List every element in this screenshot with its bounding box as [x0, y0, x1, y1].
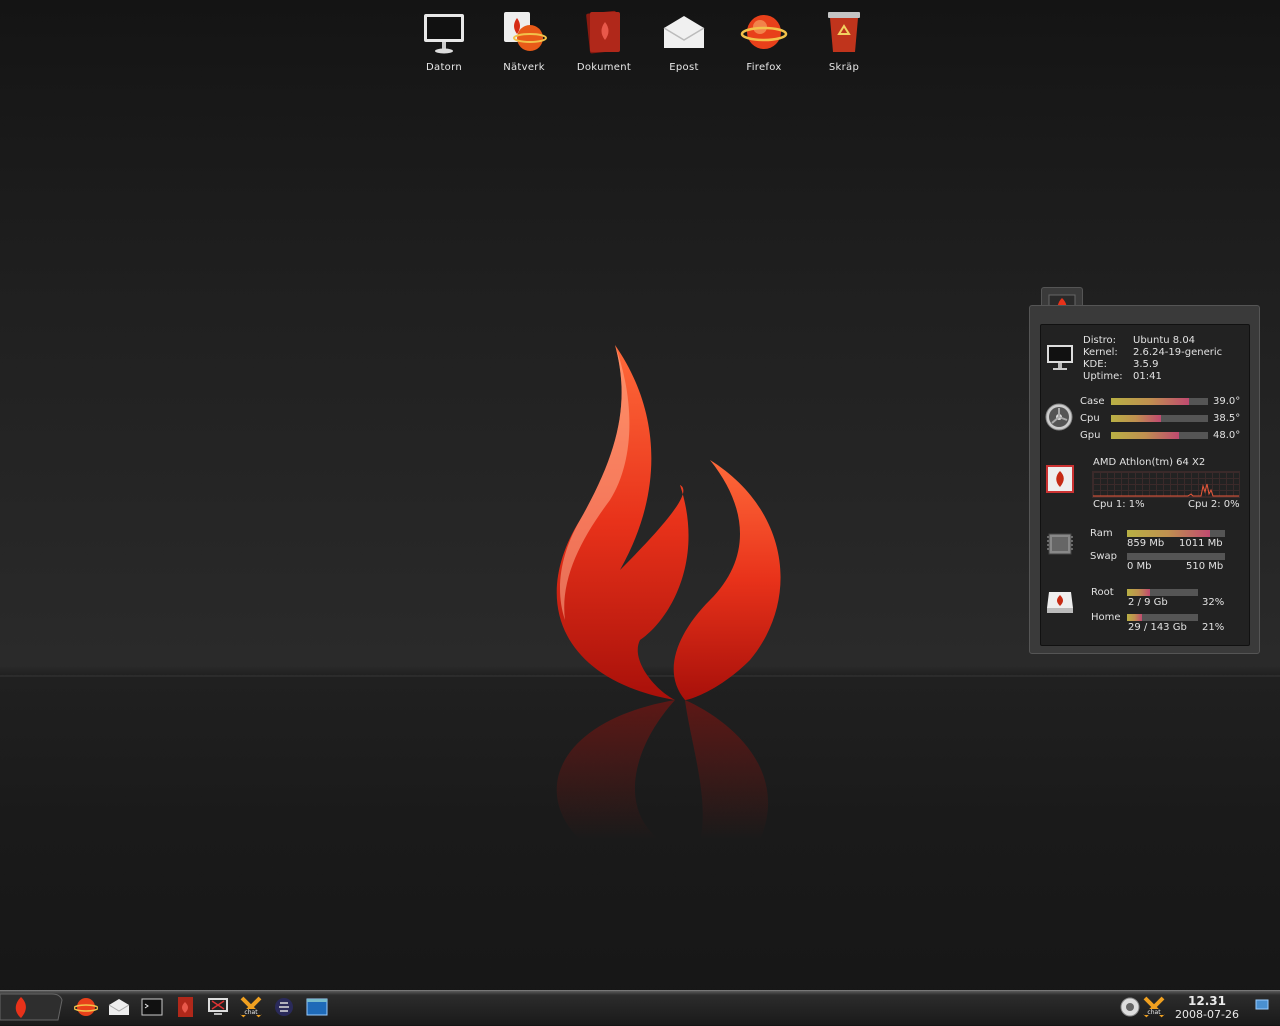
temp-value-gpu: 48.0°	[1213, 430, 1241, 441]
home-percent: 21%	[1202, 622, 1225, 633]
distro-label: Distro:	[1083, 335, 1116, 346]
cpu1-usage: Cpu 1: 1%	[1093, 499, 1145, 510]
root-bar	[1127, 589, 1198, 596]
desktop-icon-label: Dokument	[576, 62, 632, 73]
root-usage: 2 / 9 Gb	[1128, 597, 1168, 608]
firefox-icon	[74, 998, 98, 1016]
chat-icon: chat	[240, 996, 262, 1018]
desktop-icon-dokument[interactable]: Dokument	[564, 8, 644, 78]
taskbar-mail[interactable]	[107, 995, 131, 1019]
temp-value-cpu: 38.5°	[1213, 413, 1241, 424]
documents-icon	[178, 997, 193, 1017]
trash-icon	[828, 12, 860, 52]
desktop-icon-label: Datorn	[426, 62, 462, 73]
documents-folder-icon	[586, 10, 620, 54]
monitor-icon	[1047, 345, 1073, 370]
home-usage: 29 / 143 Gb	[1128, 622, 1187, 633]
uptime-value: 01:41	[1133, 371, 1162, 382]
swap-bar	[1127, 553, 1225, 560]
desktop-icons: Datorn Nätverk Dokument Epost Firefox Sk…	[404, 8, 884, 78]
desktop-icon-label: Epost	[669, 62, 699, 73]
start-menu-button[interactable]	[0, 992, 64, 1022]
taskbar-firefox[interactable]	[74, 995, 98, 1019]
chat-tray-icon: chat	[1143, 996, 1165, 1018]
svg-text:chat: chat	[1147, 1009, 1161, 1016]
system-monitor-icon	[208, 998, 228, 1015]
cpu-usage-graph	[1092, 471, 1240, 498]
mail-envelope-icon	[663, 16, 705, 48]
eclipse-icon	[275, 998, 293, 1016]
kernel-label: Kernel:	[1083, 347, 1118, 358]
mail-icon	[108, 999, 130, 1015]
tray-chat[interactable]: chat	[1142, 995, 1166, 1019]
cpu-graph-line	[1093, 483, 1239, 497]
temp-bar-cpu	[1111, 415, 1208, 422]
temp-bar-gpu	[1111, 432, 1208, 439]
ram-bar	[1127, 530, 1225, 537]
kde-label: KDE:	[1083, 359, 1107, 370]
desktop-icon-epost[interactable]: Epost	[644, 8, 724, 78]
temp-label-case: Case	[1080, 396, 1105, 407]
distro-value: Ubuntu 8.04	[1133, 335, 1196, 346]
taskbar-documents[interactable]	[173, 995, 197, 1019]
taskbar-clock[interactable]: 12.31 2008-07-26	[1168, 994, 1246, 1022]
hard-drive-icon	[1047, 592, 1073, 613]
flame-wallpaper-logo	[556, 345, 781, 840]
taskbar-terminal[interactable]	[140, 995, 164, 1019]
tray-network[interactable]	[1118, 995, 1142, 1019]
temp-bar-case	[1111, 398, 1208, 405]
taskbar-eclipse[interactable]	[272, 995, 296, 1019]
memory-chip-icon	[1047, 533, 1073, 555]
taskbar-window[interactable]	[305, 995, 329, 1019]
desktop-icon-label: Skräp	[828, 62, 860, 73]
show-desktop-icon	[1255, 999, 1269, 1010]
uptime-label: Uptime:	[1083, 371, 1123, 382]
desktop-icon-label: Nätverk	[503, 62, 545, 73]
cpu-name: AMD Athlon(tm) 64 X2	[1093, 457, 1206, 468]
clock-date: 2008-07-26	[1175, 1008, 1239, 1021]
ram-used: 859 Mb	[1127, 538, 1165, 549]
network-tray-icon	[1120, 997, 1140, 1017]
desktop-icon-natverk[interactable]: Nätverk	[484, 8, 564, 78]
home-bar	[1127, 614, 1198, 621]
cpu2-usage: Cpu 2: 0%	[1188, 499, 1240, 510]
cpu-chip-icon	[1046, 465, 1074, 493]
temp-label-gpu: Gpu	[1080, 430, 1101, 441]
ram-label: Ram	[1090, 528, 1113, 539]
svg-text:chat: chat	[244, 1009, 258, 1016]
kde-value: 3.5.9	[1133, 359, 1159, 370]
firefox-icon	[740, 15, 788, 49]
root-label: Root	[1091, 587, 1114, 598]
temp-label-cpu: Cpu	[1080, 413, 1100, 424]
flame-logo-icon	[0, 993, 63, 1021]
temp-value-case: 39.0°	[1213, 396, 1241, 407]
swap-label: Swap	[1090, 551, 1118, 562]
desktop-icon-datorn[interactable]: Datorn	[404, 8, 484, 78]
root-percent: 32%	[1202, 597, 1225, 608]
network-globe-icon	[504, 12, 547, 51]
desktop-icon-skrap[interactable]: Skräp	[804, 8, 884, 78]
taskbar-chat[interactable]: chat	[239, 995, 263, 1019]
show-desktop-button[interactable]	[1254, 996, 1270, 1012]
swap-used: 0 Mb	[1127, 561, 1152, 572]
taskbar-system-monitor[interactable]	[206, 995, 230, 1019]
home-label: Home	[1091, 612, 1121, 623]
ram-total: 1011 Mb	[1179, 538, 1223, 549]
fan-icon	[1045, 403, 1073, 431]
desktop-icon-firefox[interactable]: Firefox	[724, 8, 804, 78]
monitor-icon	[424, 14, 464, 54]
terminal-icon	[141, 998, 163, 1016]
window-icon	[306, 998, 328, 1016]
swap-total: 510 Mb	[1186, 561, 1224, 572]
clock-time: 12.31	[1188, 994, 1226, 1008]
desktop-icon-label: Firefox	[746, 62, 782, 73]
kernel-value: 2.6.24-19-generic	[1133, 347, 1223, 358]
